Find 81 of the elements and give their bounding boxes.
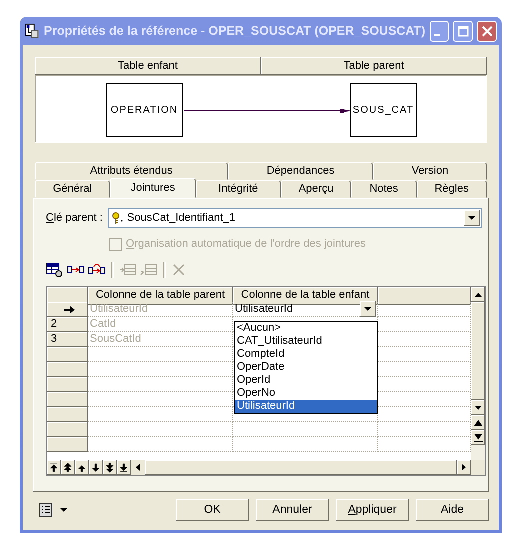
row-header[interactable] (47, 392, 88, 407)
scroll-bottom-icon[interactable] (474, 434, 482, 442)
tab[interactable]: Notes (351, 180, 417, 198)
close-button[interactable] (477, 20, 497, 42)
tab[interactable]: Attributs étendus (35, 162, 228, 180)
row-header[interactable] (47, 437, 88, 452)
row-number: 3 (47, 332, 88, 347)
column-header[interactable]: Table enfant (35, 57, 261, 75)
dialog-button[interactable]: Aide (416, 499, 489, 521)
up-arrow-icon[interactable] (474, 292, 482, 296)
checkbox-label: Organisation automatique de l'ordre des jointures (126, 238, 366, 250)
nav-button[interactable] (89, 460, 103, 475)
table-cell[interactable] (88, 347, 233, 362)
table-cell[interactable] (88, 392, 233, 407)
table-cell[interactable] (88, 407, 233, 422)
vertical-scrollbar[interactable] (471, 287, 485, 460)
maximize-button[interactable] (453, 20, 474, 42)
dropdown-option[interactable]: UtilisateurId (235, 400, 377, 413)
table-node: OPERATION (106, 83, 183, 137)
caret-icon (60, 508, 68, 512)
arrow-icon (104, 461, 116, 474)
tab[interactable]: Version (373, 162, 487, 180)
table-cell[interactable] (233, 422, 378, 437)
row-header[interactable] (47, 377, 88, 392)
dropdown-option[interactable]: CompteId (235, 348, 377, 361)
arrow-icon (118, 461, 130, 474)
key-icon (112, 212, 124, 224)
list-icon[interactable] (39, 502, 54, 518)
row-number: 2 (47, 317, 88, 332)
tab[interactable]: Règles (416, 180, 488, 198)
tab[interactable]: Dépendances (228, 162, 374, 180)
table-cell[interactable] (233, 437, 378, 452)
dropdown-option[interactable]: <Aucun> (235, 322, 377, 335)
maximize-icon (458, 26, 469, 36)
nav-button[interactable] (61, 460, 75, 475)
nav-button[interactable] (47, 460, 61, 475)
table-cell[interactable] (88, 377, 233, 392)
dialog-button[interactable]: Annuler (256, 499, 329, 521)
down-arrow-icon[interactable] (474, 406, 482, 410)
column-header[interactable]: Colonne de la table enfant (233, 287, 378, 305)
nav-button[interactable] (117, 460, 131, 475)
scroll-top-icon[interactable] (474, 418, 482, 426)
reference-icon (25, 23, 40, 39)
table-cell[interactable] (88, 362, 233, 377)
dialog-button[interactable]: Appliquer (336, 499, 409, 521)
row-header[interactable] (47, 407, 88, 422)
arrow-icon (48, 461, 60, 474)
dropdown-option[interactable]: CAT_UtilisateurId (235, 335, 377, 348)
parent-key-dropdown[interactable]: SousCat_Identifiant_1 (108, 208, 482, 228)
window-title: Propriétés de la référence - OPER_SOUSCAT (OPER_SOUSCAT) (44, 24, 426, 38)
tab[interactable]: Intégrité (196, 180, 282, 198)
dropdown-option[interactable]: OperDate (235, 361, 377, 374)
caret-icon (468, 216, 476, 220)
row-header[interactable] (47, 347, 88, 362)
tab[interactable]: Général (35, 180, 110, 198)
tab[interactable]: Jointures (110, 178, 196, 198)
dropdown-button[interactable] (464, 210, 480, 226)
row-header[interactable] (47, 422, 88, 437)
dropdown-option[interactable]: OperId (235, 374, 377, 387)
column-select[interactable]: UtilisateurId (233, 302, 378, 317)
table-cell[interactable] (88, 437, 233, 452)
column-header[interactable]: Table parent (261, 57, 487, 75)
nav-button[interactable] (103, 460, 117, 475)
left-arrow-icon[interactable] (136, 464, 140, 471)
dialog-button[interactable]: OK (176, 499, 249, 521)
row-header[interactable] (47, 362, 88, 377)
field-label: Clé parent : (46, 212, 104, 224)
arrow-icon (90, 461, 102, 474)
minimize-button[interactable] (430, 20, 450, 42)
dropdown-button[interactable] (360, 301, 376, 317)
right-arrow-icon[interactable] (462, 464, 466, 471)
arrow-icon (62, 461, 74, 474)
table-cell[interactable] (88, 422, 233, 437)
table-icon[interactable] (46, 262, 64, 278)
close-icon (482, 26, 493, 36)
nav-button[interactable] (75, 460, 89, 475)
minimize-icon (434, 34, 440, 36)
dropdown-option[interactable]: OperNo (235, 387, 377, 400)
table-node: SOUS_CAT (350, 83, 417, 137)
tab[interactable]: Aperçu (281, 180, 352, 198)
column-header[interactable]: Colonne de la table parent (88, 287, 233, 305)
